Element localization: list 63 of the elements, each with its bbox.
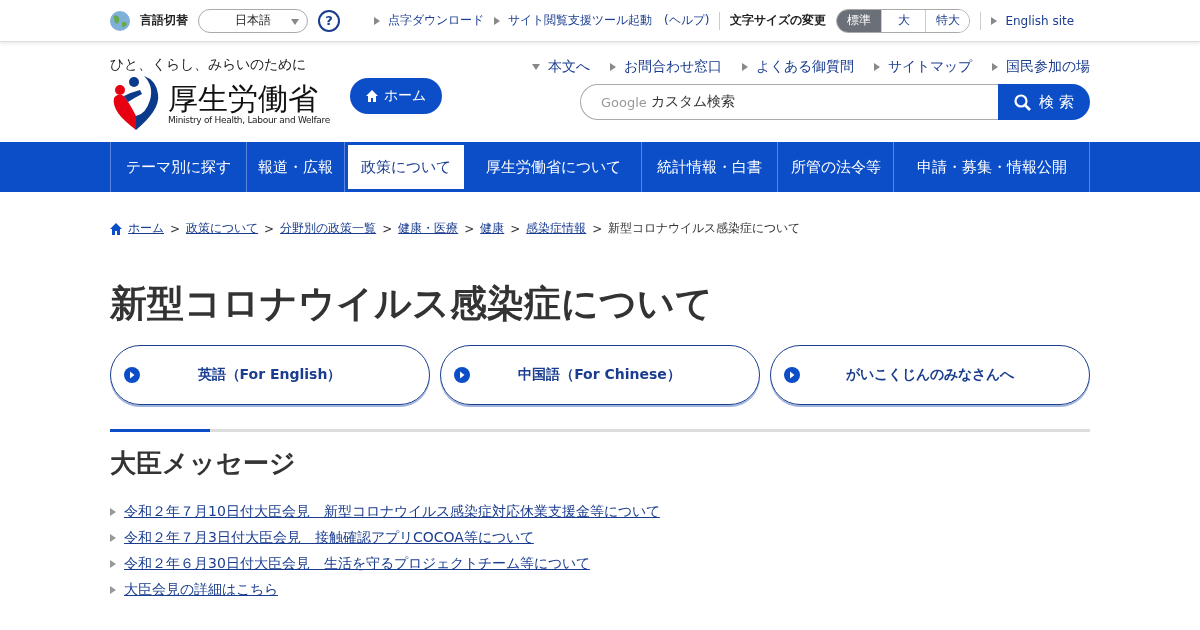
font-size-button[interactable]: 特大 [925,9,970,32]
triangle-icon [494,16,500,25]
page-title: 新型コロナウイルス感染症について [110,281,714,327]
triangle-icon [110,586,116,594]
logo-subtext: Ministry of Health, Labour and Welfare [168,114,330,125]
arrow-circle-icon [454,367,470,383]
breadcrumb-link[interactable]: 分野別の政策一覧 [280,220,377,237]
arrow-circle-icon [784,367,800,383]
header-link[interactable]: 国民参加の場 [992,58,1090,76]
utility-link[interactable]: 点字ダウンロード [374,12,484,29]
section-heading: 大臣メッセージ [110,447,297,480]
home-icon [110,222,122,235]
triangle-icon [874,63,880,71]
triangle-icon [742,63,748,71]
triangle-icon [991,16,998,25]
search-icon [1014,93,1032,111]
triangle-icon [374,16,380,25]
message-link[interactable]: 大臣会見の詳細はこちら [124,581,278,599]
message-link[interactable]: 令和２年６月30日付大臣会見 生活を守るプロジェクトチーム等について [124,555,590,573]
breadcrumb-link[interactable]: 健康・医療 [398,220,459,237]
breadcrumb-separator: > [510,221,521,236]
font-size-label: 文字サイズの変更 [730,12,827,29]
font-size-button[interactable]: 標準 [837,9,882,32]
nav-tab[interactable]: 厚生労働省について [466,142,642,192]
header-link[interactable]: よくある御質問 [742,58,854,76]
breadcrumb-separator: > [464,221,475,236]
message-link[interactable]: 令和２年７月3日付大臣会見 接触確認アプリCOCOA等について [124,529,534,547]
header-link[interactable]: サイトマップ [874,58,972,76]
breadcrumb-separator: > [592,221,603,236]
help-icon[interactable]: ? [318,9,340,32]
breadcrumb-link[interactable]: ホーム [128,220,164,237]
breadcrumb-current: 新型コロナウイルス感染症について [608,220,801,237]
nav-tab[interactable]: 政策について [345,142,467,192]
nav-tab[interactable]: 統計情報・白書 [641,142,778,192]
utility-link[interactable]: サイト閲覧支援ツール起動 (ヘルプ) [494,12,710,29]
breadcrumb-separator: > [170,221,181,236]
caret-icon [291,18,299,25]
nav-tab[interactable]: テーマ別に探す [111,142,248,192]
triangle-icon [992,63,998,71]
arrow-circle-icon [124,367,140,383]
triangle-icon [532,64,540,70]
breadcrumb-link[interactable]: 健康 [480,220,505,237]
home-button[interactable]: ホーム [349,78,442,114]
header-link[interactable]: 本文へ [532,58,590,76]
triangle-icon [110,534,116,542]
breadcrumb-link[interactable]: 政策について [186,220,259,237]
globe-icon [110,10,130,31]
english-site-link[interactable]: English site [991,13,1075,28]
logo-text: 厚生労働省 [168,81,319,115]
nav-tab[interactable]: 所管の法令等 [777,142,895,192]
breadcrumb-link[interactable]: 感染症情報 [526,220,587,237]
header-link[interactable]: お問合わせ窓口 [610,58,722,76]
breadcrumb-separator: > [264,221,275,236]
tagline: ひと、くらし、みらいのために [110,56,307,74]
triangle-icon [610,63,616,71]
nav-tab[interactable]: 申請・募集・情報公開 [894,142,1090,192]
language-label: 言語切替 [140,12,188,29]
message-link[interactable]: 令和２年７月10日付大臣会見 新型コロナウイルス感染症対応休業支援金等について [124,503,660,521]
breadcrumb-separator: > [382,221,393,236]
triangle-icon [110,560,116,568]
triangle-icon [110,508,116,516]
search-button[interactable]: 検 索 [998,84,1090,120]
home-icon [365,90,378,102]
